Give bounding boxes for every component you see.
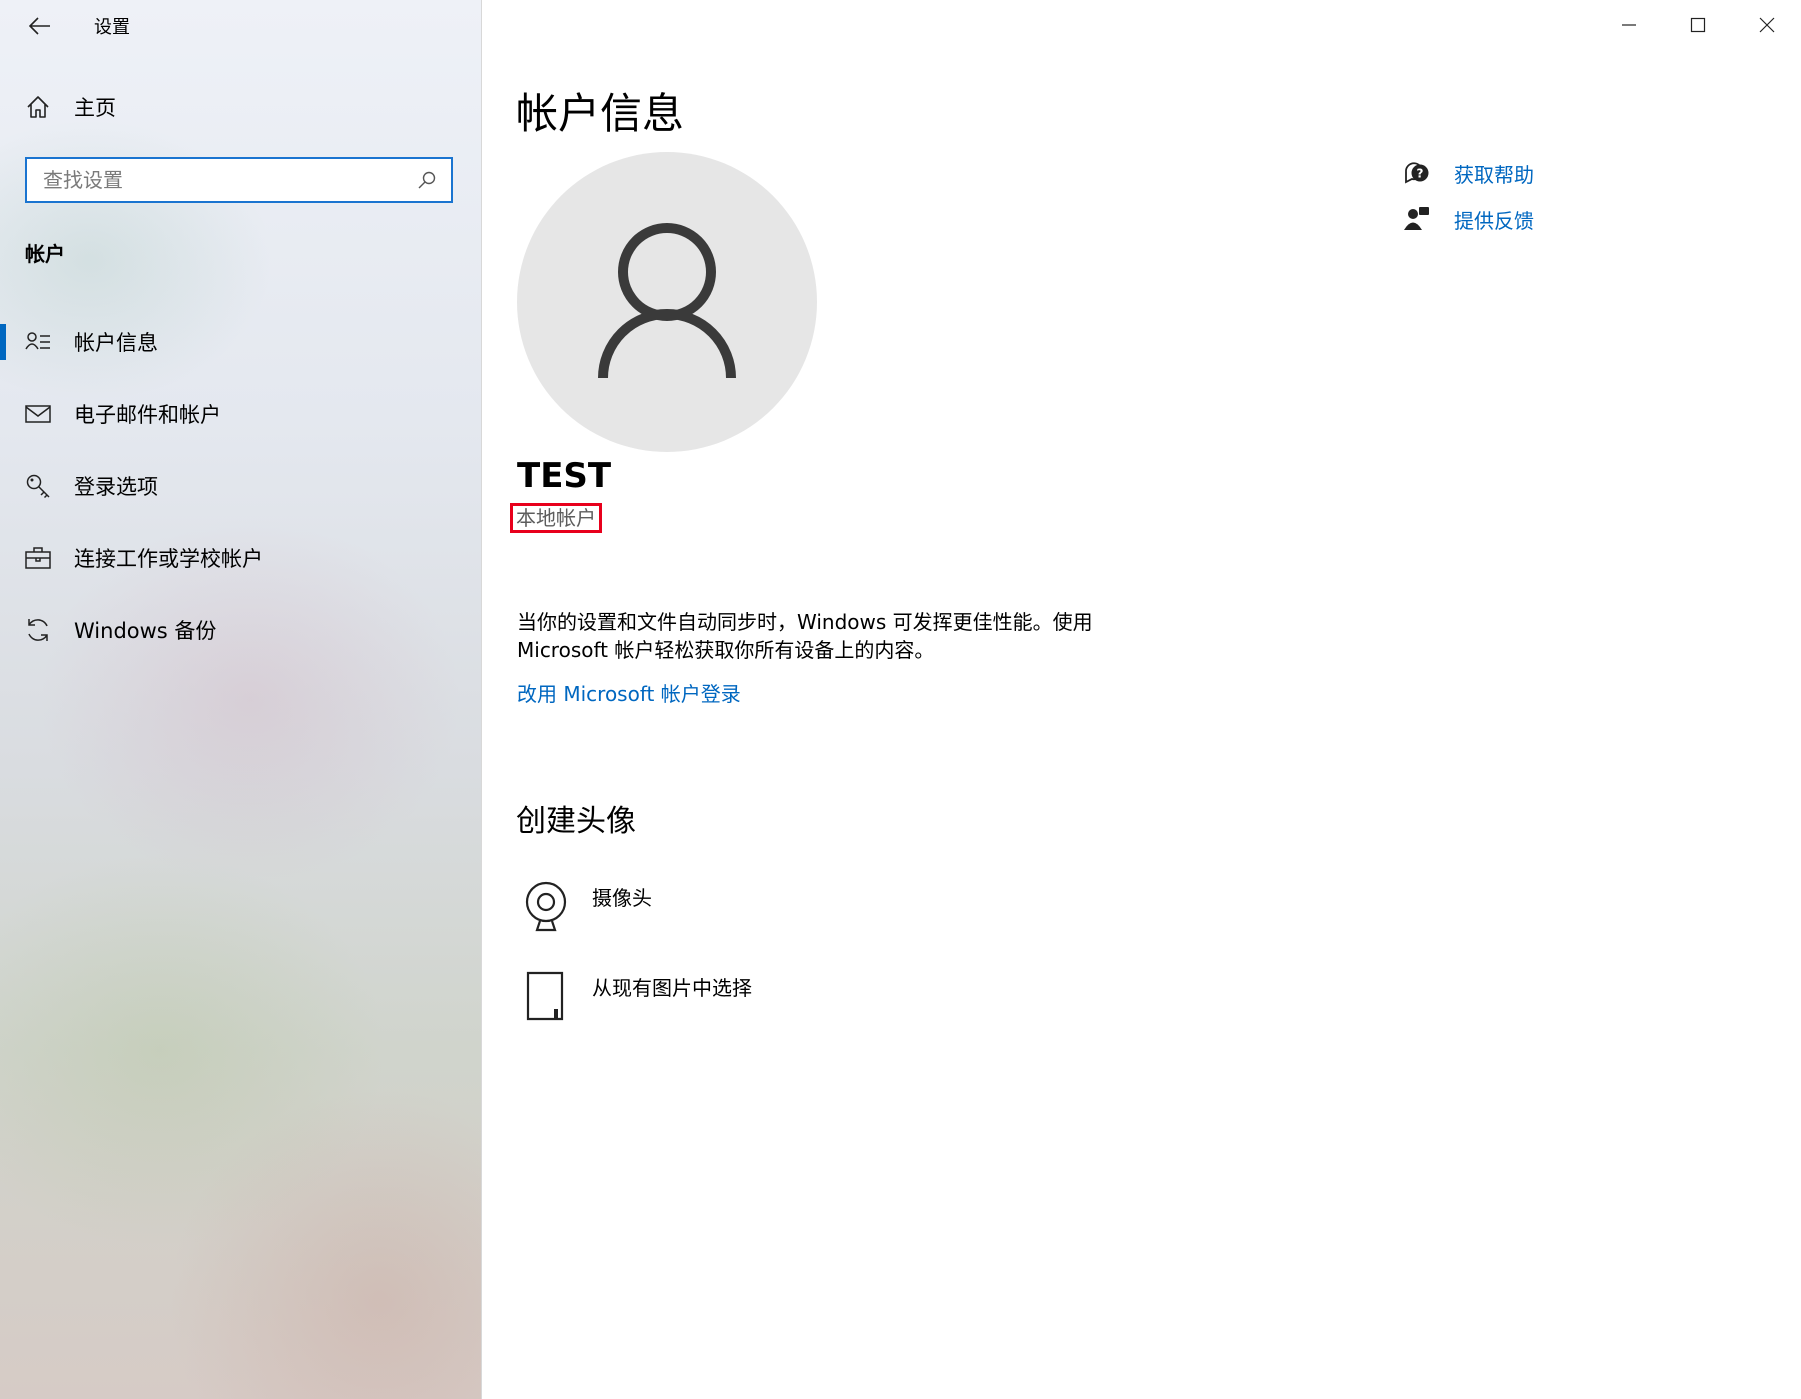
home-icon [24,93,52,121]
mail-icon [24,400,52,428]
browse-picture-option[interactable]: 从现有图片中选择 [522,968,752,1024]
close-icon [1759,17,1774,33]
sidebar-item-account-info[interactable]: 帐户信息 [0,306,481,378]
app-title: 设置 [94,17,130,38]
sidebar-item-sign-in-options[interactable]: 登录选项 [0,450,481,522]
settings-window: 设置 主页 帐户 [0,0,1801,1399]
avatar [517,152,817,452]
sync-description: 当你的设置和文件自动同步时，Windows 可发挥更佳性能。使用 Microso… [517,608,1167,664]
close-button[interactable] [1732,0,1801,50]
maximize-icon [1690,17,1705,33]
browse-option-label: 从现有图片中选择 [592,976,752,1000]
minimize-icon [1621,24,1636,26]
sidebar-item-email-accounts[interactable]: 电子邮件和帐户 [0,378,481,450]
sidebar: 设置 主页 帐户 [0,0,482,1399]
create-avatar-heading: 创建头像 [516,804,636,839]
user-name: TEST [517,456,612,496]
sidebar-item-label: 登录选项 [74,475,158,499]
feedback-icon [1402,204,1432,234]
page-title: 帐户信息 [516,89,685,138]
search-icon[interactable] [415,168,439,192]
help-links: ? 获取帮助 提供反馈 [1402,150,1534,242]
sync-icon [24,616,52,644]
nav-list: 帐户信息 电子邮件和帐户 登录选项 连接工作或学校帐户 Windows 备份 [0,306,481,666]
webcam-icon [522,878,570,934]
ms-account-signin-link[interactable]: 改用 Microsoft 帐户登录 [517,678,741,707]
person-list-icon [24,328,52,356]
sidebar-item-label: Windows 备份 [74,619,217,643]
back-arrow-icon [29,17,50,35]
briefcase-icon [24,544,52,572]
feedback-link[interactable]: 提供反馈 [1402,196,1534,242]
sidebar-item-windows-backup[interactable]: Windows 备份 [0,594,481,666]
get-help-label: 获取帮助 [1454,162,1534,187]
file-browse-icon [522,968,570,1024]
help-chat-icon: ? [1402,158,1432,188]
user-avatar-icon [598,223,736,379]
key-icon [24,472,52,500]
feedback-label: 提供反馈 [1454,208,1534,233]
maximize-button[interactable] [1663,0,1732,50]
back-button[interactable] [22,8,58,44]
sidebar-item-label: 连接工作或学校帐户 [74,547,263,571]
nav-home[interactable]: 主页 [24,92,116,122]
window-controls [1594,0,1801,50]
description-line-1: 当你的设置和文件自动同步时，Windows 可发挥更佳性能。使用 [517,610,1093,634]
camera-option[interactable]: 摄像头 [522,878,652,934]
minimize-button[interactable] [1594,0,1663,50]
camera-option-label: 摄像头 [592,886,652,910]
sidebar-item-label: 电子邮件和帐户 [74,403,221,427]
svg-text:?: ? [1417,167,1424,181]
description-line-2: Microsoft 帐户轻松获取你所有设备上的内容。 [517,638,935,662]
search-box [25,157,453,203]
search-input[interactable] [41,167,415,193]
account-type-label: 本地帐户 [510,503,602,533]
sidebar-item-label: 帐户信息 [74,331,158,355]
main-content: 帐户信息 TEST 本地帐户 当你的设置和文件自动同步时，Windows 可发挥… [482,0,1801,1399]
sidebar-item-work-school[interactable]: 连接工作或学校帐户 [0,522,481,594]
section-label: 帐户 [25,242,65,266]
get-help-link[interactable]: ? 获取帮助 [1402,150,1534,196]
nav-home-label: 主页 [74,96,116,120]
